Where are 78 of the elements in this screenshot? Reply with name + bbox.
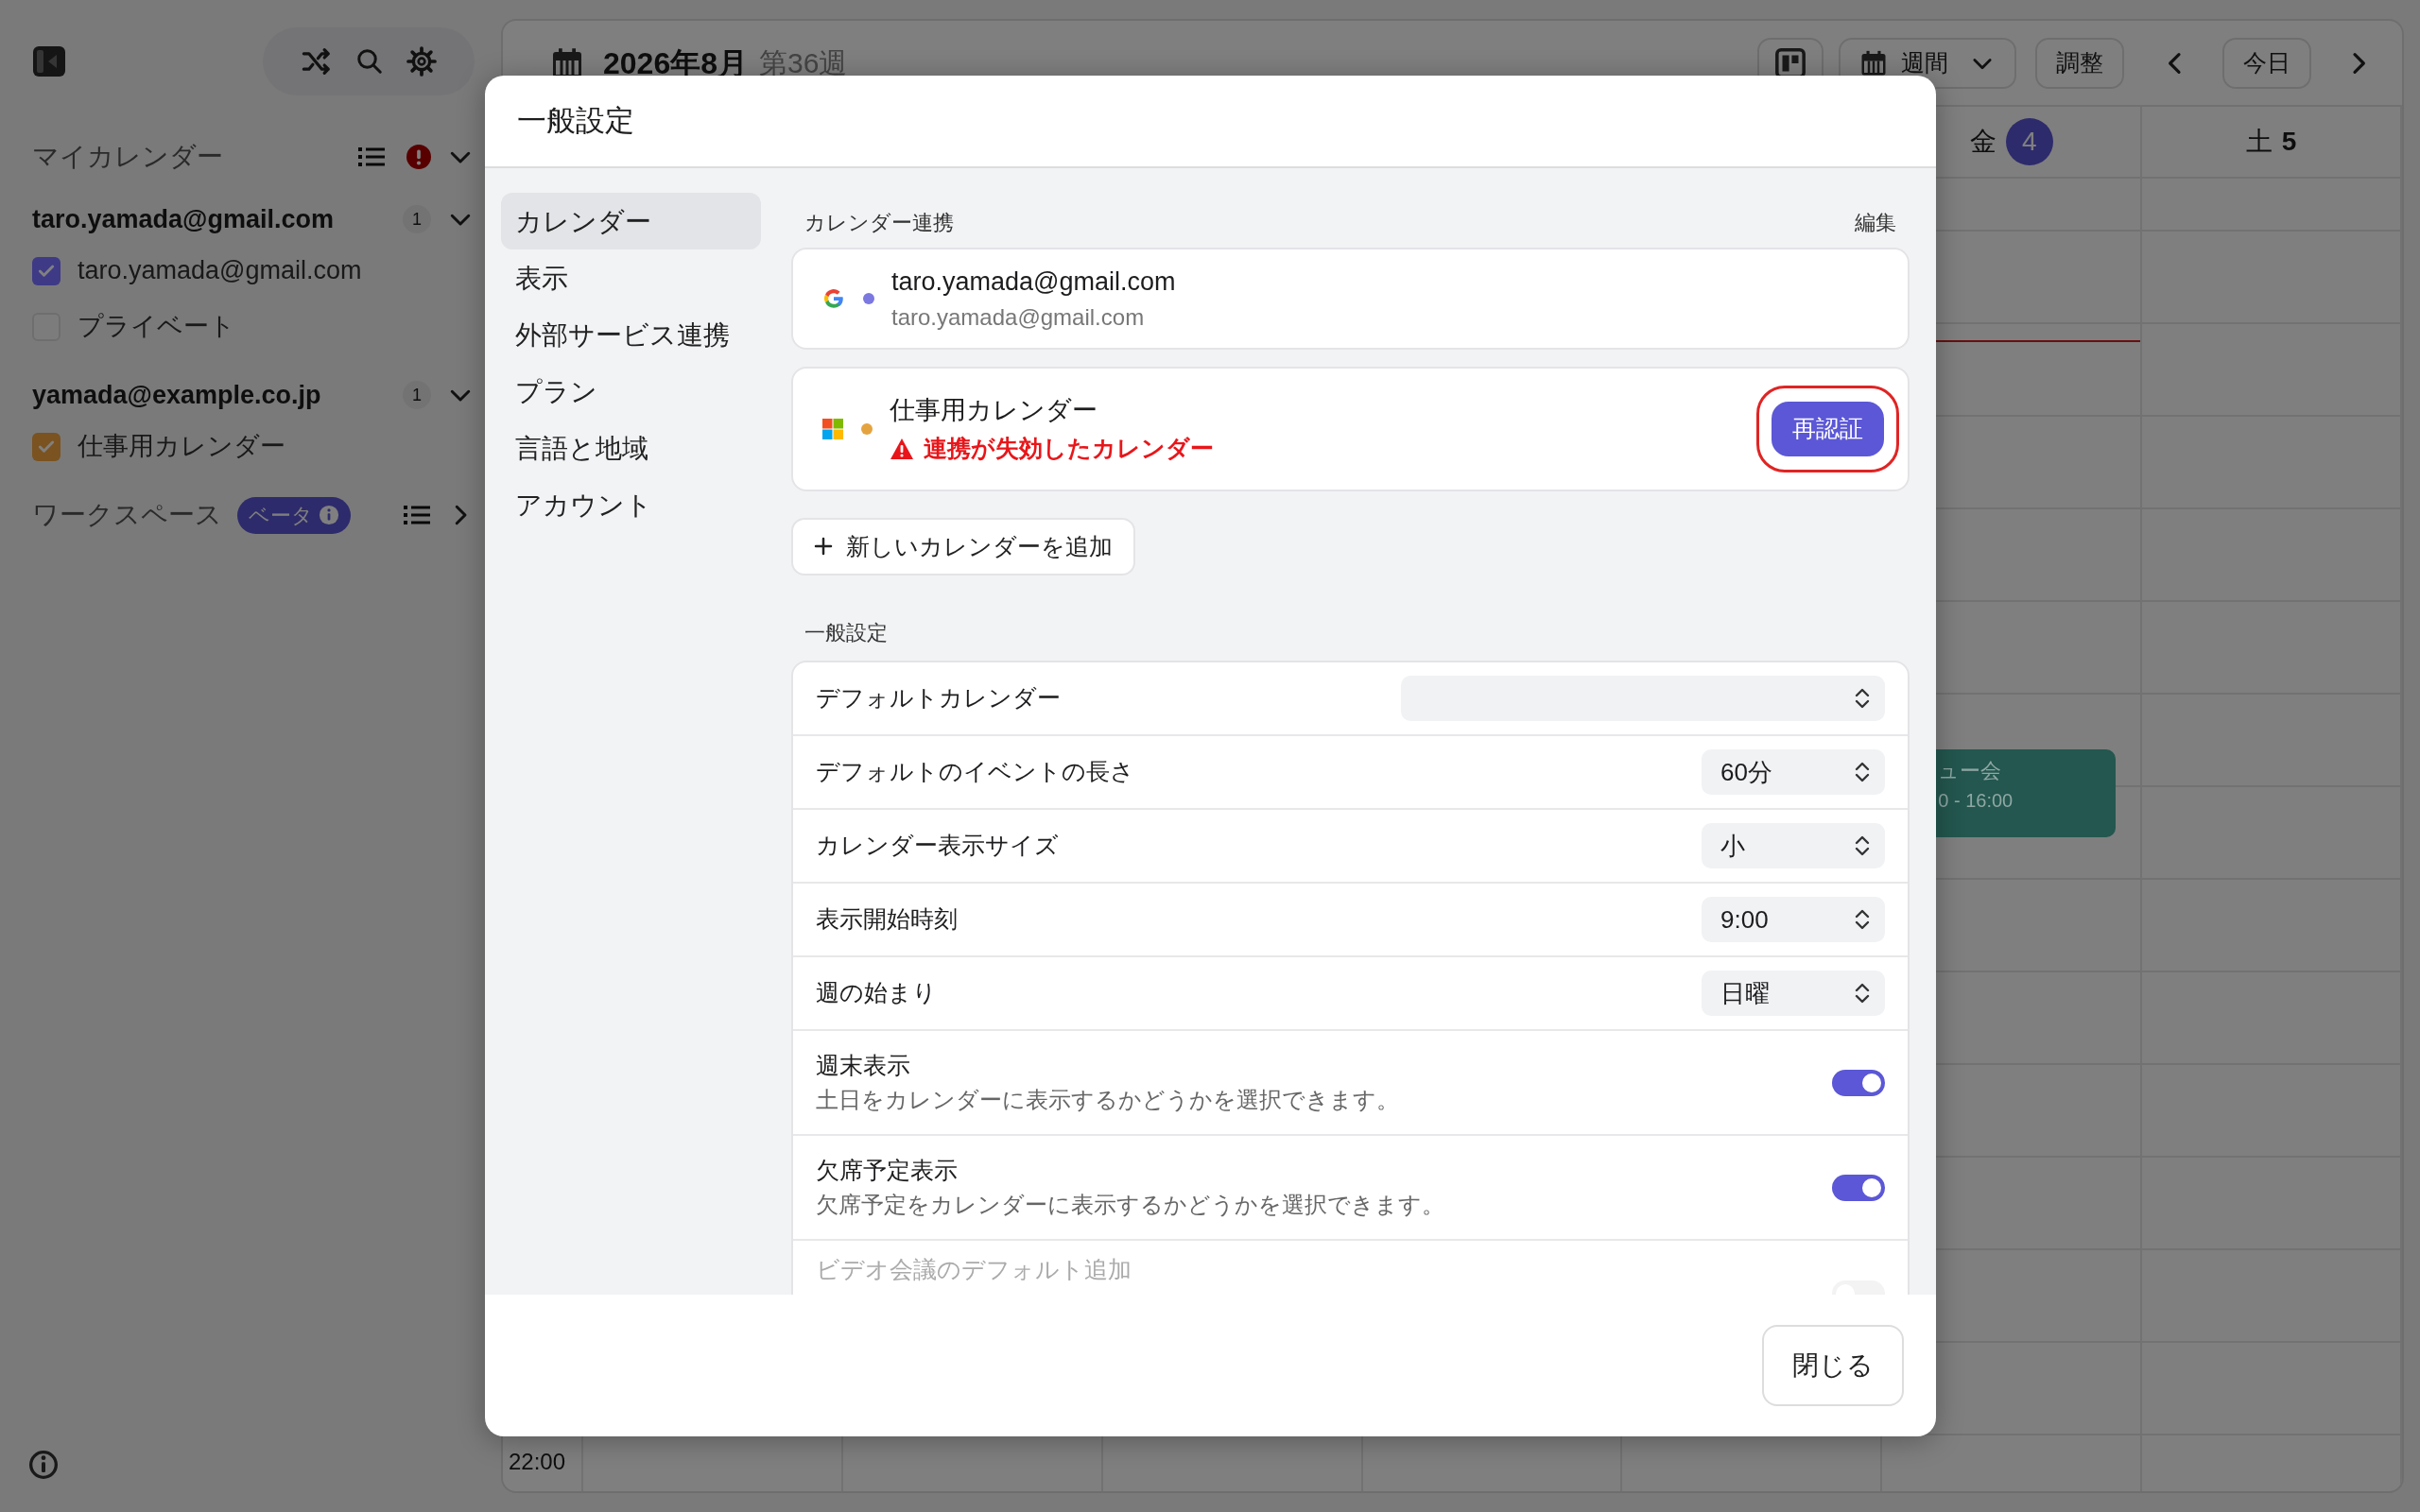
select-value: 小 xyxy=(1720,830,1745,862)
setting-label: デフォルトのイベントの長さ xyxy=(816,757,1135,787)
weekday-label: 土 xyxy=(2245,126,2273,158)
setting-description: 土日をカレンダーに表示するかどうかを選択できます。 xyxy=(816,1086,1400,1115)
select-field[interactable]: 小 xyxy=(1702,823,1885,868)
up-down-chevron-icon xyxy=(1853,686,1872,711)
sidebar-toggle-icon[interactable] xyxy=(32,45,66,77)
reauthenticate-button[interactable]: 再認証 xyxy=(1772,402,1884,456)
section-title: ワークスペース xyxy=(32,499,222,531)
calendar-name: プライベート xyxy=(78,311,235,343)
select-value: 日曜 xyxy=(1720,977,1770,1009)
calendar-name: taro.yamada@gmail.com xyxy=(891,266,1177,298)
list-icon[interactable] xyxy=(403,503,431,527)
section-heading: カレンダー連携 xyxy=(804,209,954,236)
account-email: taro.yamada@gmail.com xyxy=(891,303,1146,333)
setting-label: デフォルトカレンダー xyxy=(816,683,1062,713)
setting-label: ビデオ会議のデフォルト追加 xyxy=(816,1255,1132,1284)
nav-item[interactable]: 表示 xyxy=(501,249,761,306)
setting-label: 欠席予定表示 xyxy=(816,1155,959,1185)
weekday-label: 金 xyxy=(1969,126,1996,158)
event-title: ュー会 xyxy=(1938,758,2003,784)
edit-link[interactable]: 編集 xyxy=(1855,206,1896,238)
select-value: 9:00 xyxy=(1720,903,1769,936)
calendar-name: 仕事用カレンダー xyxy=(78,431,285,463)
error-message: 連携が失効したカレンダー xyxy=(924,434,1214,464)
checkbox[interactable] xyxy=(32,256,60,285)
up-down-chevron-icon xyxy=(1853,760,1872,784)
nav-item[interactable]: アカウント xyxy=(501,476,761,533)
nav-item[interactable]: カレンダー xyxy=(501,193,761,249)
time-label: 22:00 xyxy=(508,1448,567,1476)
event-time: 0 - 16:00 xyxy=(1938,789,2014,813)
four-squares-icon xyxy=(821,417,844,440)
adjust-button[interactable]: 調整 xyxy=(2035,37,2124,89)
setting-label: 表示開始時刻 xyxy=(816,904,959,935)
account-email: taro.yamada@gmail.com xyxy=(32,203,335,235)
setting-label: カレンダー表示サイズ xyxy=(816,831,1060,861)
list-icon[interactable] xyxy=(357,145,386,169)
toggle-switch[interactable] xyxy=(1832,1069,1885,1096)
setting-label: 週末表示 xyxy=(816,1050,911,1080)
calendar-name: 仕事用カレンダー xyxy=(890,394,1098,426)
info-icon[interactable] xyxy=(28,1450,59,1480)
nav-item[interactable]: プラン xyxy=(501,363,761,420)
checkbox[interactable] xyxy=(32,432,60,461)
up-down-chevron-icon xyxy=(1853,981,1872,1005)
week-number: 第36週 xyxy=(759,46,848,80)
close-button[interactable]: 閉じる xyxy=(1762,1325,1904,1406)
count-badge: 1 xyxy=(403,381,431,409)
section-title: マイカレンダー xyxy=(32,141,224,173)
calendar-name: taro.yamada@gmail.com xyxy=(78,255,362,287)
today-button[interactable]: 今日 xyxy=(2222,37,2311,89)
count-badge: 1 xyxy=(403,205,431,233)
setting-description: 欠席予定をカレンダーに表示するかどうかを選択できます。 xyxy=(816,1191,1445,1220)
dialog-title: 一般設定 xyxy=(517,102,634,139)
up-down-chevron-icon xyxy=(1853,907,1872,932)
select-field[interactable]: 9:00 xyxy=(1702,897,1885,942)
setting-label: 週の始まり xyxy=(816,978,938,1008)
select-field[interactable] xyxy=(1401,676,1885,721)
search-icon[interactable] xyxy=(355,47,384,76)
toggle-switch[interactable] xyxy=(1832,1174,1885,1201)
nav-item[interactable]: 外部サービス連携 xyxy=(501,306,761,363)
shuffle-icon[interactable] xyxy=(301,47,333,76)
plus-icon xyxy=(814,537,833,557)
date-number: 5 xyxy=(2281,126,2297,158)
settings-icon[interactable] xyxy=(406,46,437,77)
select-field[interactable]: 日曜 xyxy=(1702,971,1885,1016)
up-down-chevron-icon xyxy=(1853,833,1872,858)
select-field[interactable]: 60分 xyxy=(1702,749,1885,795)
add-calendar-button[interactable]: 新しいカレンダーを追加 xyxy=(791,517,1135,576)
badge-label: ベータ xyxy=(249,502,313,529)
section-heading: 一般設定 xyxy=(804,621,888,644)
nav-item[interactable]: 言語と地域 xyxy=(501,420,761,476)
warning-icon xyxy=(890,438,914,460)
g-logo-icon xyxy=(821,286,846,311)
info-icon[interactable] xyxy=(319,505,339,525)
select-value: 60分 xyxy=(1720,756,1772,788)
date-number: 4 xyxy=(2005,118,2053,165)
account-email: yamada@example.co.jp xyxy=(32,379,322,411)
error-icon xyxy=(406,145,431,169)
